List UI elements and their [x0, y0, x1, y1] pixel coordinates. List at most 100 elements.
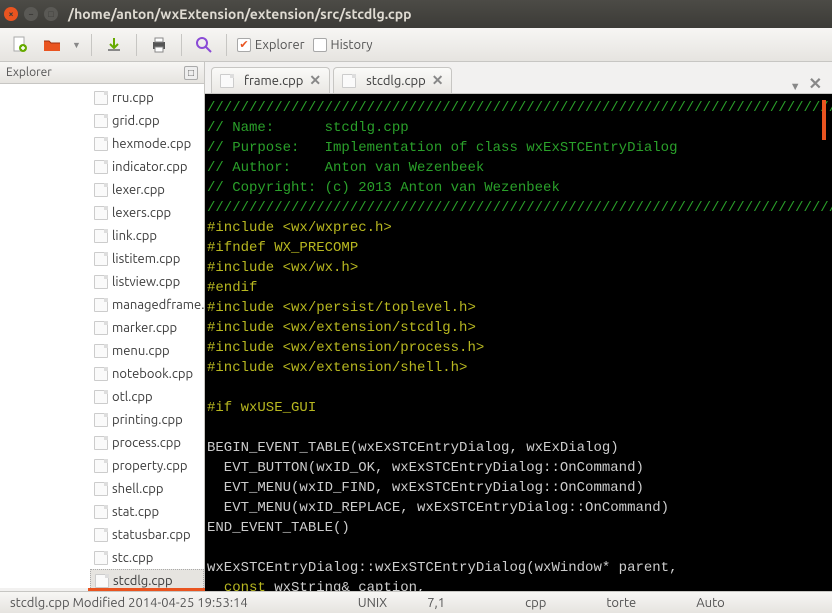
file-name: stc.cpp — [112, 551, 153, 565]
tab-stcdlg[interactable]: stcdlg.cpp ✕ — [333, 67, 452, 93]
file-item[interactable]: stcdlg.cpp — [90, 569, 204, 588]
file-icon — [94, 298, 108, 312]
separator — [91, 34, 92, 56]
file-name: indicator.cpp — [112, 160, 187, 174]
file-name: statusbar.cpp — [112, 528, 191, 542]
file-icon — [94, 114, 108, 128]
file-name: marker.cpp — [112, 321, 177, 335]
history-checkbox[interactable]: History — [313, 38, 373, 52]
file-item[interactable]: otl.cpp — [90, 385, 204, 408]
file-name: stcdlg.cpp — [113, 574, 173, 588]
close-tab-icon[interactable]: ✕ — [309, 72, 321, 89]
open-file-button[interactable] — [40, 33, 64, 57]
file-icon — [94, 436, 108, 450]
explorer-checkbox[interactable]: ✔ Explorer — [237, 38, 305, 52]
file-icon — [94, 482, 108, 496]
file-item[interactable]: menu.cpp — [90, 339, 204, 362]
file-icon — [94, 160, 108, 174]
file-name: notebook.cpp — [112, 367, 193, 381]
file-icon — [94, 206, 108, 220]
tabbar: frame.cpp ✕ stcdlg.cpp ✕ ▼ ✕ — [205, 62, 832, 94]
toolbar: ▼ ✔ Explorer History — [0, 28, 832, 62]
file-item[interactable]: rru.cpp — [90, 86, 204, 109]
explorer-label: Explorer — [255, 38, 305, 52]
file-item[interactable]: hexmode.cpp — [90, 132, 204, 155]
file-list[interactable]: rru.cpp grid.cpp hexmode.cpp indicator.cpp l… — [0, 84, 204, 588]
history-label: History — [331, 38, 373, 52]
sidebar-title: Explorer — [6, 66, 52, 79]
status-scheme: torte — [606, 596, 636, 610]
file-item[interactable]: managedframe.cpp — [90, 293, 204, 316]
file-name: link.cpp — [112, 229, 157, 243]
sidebar-header: Explorer □ — [0, 62, 204, 84]
file-item[interactable]: indicator.cpp — [90, 155, 204, 178]
tab-frame[interactable]: frame.cpp ✕ — [211, 67, 330, 93]
maximize-window-icon[interactable]: □ — [44, 7, 58, 21]
status-mode: Auto — [696, 596, 725, 610]
tab-menu-icon[interactable]: ▼ — [786, 81, 805, 93]
file-icon — [94, 367, 108, 381]
file-icon — [94, 390, 108, 404]
window-title: /home/anton/wxExtension/extension/src/st… — [68, 6, 412, 22]
dropdown-icon[interactable]: ▼ — [72, 40, 81, 50]
titlebar: × − □ /home/anton/wxExtension/extension/… — [0, 0, 832, 28]
file-item[interactable]: notebook.cpp — [90, 362, 204, 385]
save-button[interactable] — [102, 33, 126, 57]
file-item[interactable]: statusbar.cpp — [90, 523, 204, 546]
file-icon — [94, 551, 108, 565]
file-name: managedframe.cpp — [112, 298, 204, 312]
file-name: lexers.cpp — [112, 206, 171, 220]
file-name: shell.cpp — [112, 482, 164, 496]
file-item[interactable]: property.cpp — [90, 454, 204, 477]
file-item[interactable]: grid.cpp — [90, 109, 204, 132]
statusbar: stcdlg.cpp Modified 2014-04-25 19:53:14 … — [0, 591, 832, 613]
file-item[interactable]: stc.cpp — [90, 546, 204, 569]
file-item[interactable]: marker.cpp — [90, 316, 204, 339]
panel-close-icon[interactable]: ✕ — [805, 74, 826, 93]
file-icon — [94, 505, 108, 519]
file-name: menu.cpp — [112, 344, 170, 358]
file-name: printing.cpp — [112, 413, 183, 427]
file-icon — [94, 275, 108, 289]
file-item[interactable]: stat.cpp — [90, 500, 204, 523]
main-panel: frame.cpp ✕ stcdlg.cpp ✕ ▼ ✕ ///////////… — [205, 62, 832, 591]
close-window-icon[interactable]: × — [4, 7, 18, 21]
file-item[interactable]: listitem.cpp — [90, 247, 204, 270]
sidebar-close-icon[interactable]: □ — [184, 66, 198, 80]
minimize-window-icon[interactable]: − — [24, 7, 38, 21]
search-button[interactable] — [192, 33, 216, 57]
file-item[interactable]: listview.cpp — [90, 270, 204, 293]
file-icon — [342, 74, 356, 88]
file-icon — [220, 74, 234, 88]
status-position: 7,1 — [427, 596, 445, 610]
file-icon — [94, 528, 108, 542]
file-item[interactable]: printing.cpp — [90, 408, 204, 431]
status-file: stcdlg.cpp Modified 2014-04-25 19:53:14 — [10, 596, 248, 610]
file-item[interactable]: shell.cpp — [90, 477, 204, 500]
tab-label: stcdlg.cpp — [366, 74, 426, 88]
file-name: lexer.cpp — [112, 183, 165, 197]
file-name: property.cpp — [112, 459, 187, 473]
file-item[interactable]: process.cpp — [90, 431, 204, 454]
file-icon — [94, 459, 108, 473]
file-icon — [94, 91, 108, 105]
file-item[interactable]: lexer.cpp — [90, 178, 204, 201]
window-controls: × − □ — [4, 7, 58, 21]
file-icon — [95, 574, 109, 588]
checkbox-unchecked-icon — [313, 38, 327, 52]
file-item[interactable]: link.cpp — [90, 224, 204, 247]
file-icon — [94, 344, 108, 358]
file-icon — [94, 413, 108, 427]
print-button[interactable] — [147, 33, 171, 57]
file-name: listitem.cpp — [112, 252, 180, 266]
file-icon — [94, 229, 108, 243]
file-name: stat.cpp — [112, 505, 159, 519]
file-icon — [94, 321, 108, 335]
file-item[interactable]: lexers.cpp — [90, 201, 204, 224]
close-tab-icon[interactable]: ✕ — [432, 72, 444, 89]
file-name: grid.cpp — [112, 114, 160, 128]
new-file-button[interactable] — [8, 33, 32, 57]
file-name: otl.cpp — [112, 390, 153, 404]
sidebar: Explorer □ rru.cpp grid.cpp hexmode.cpp ind… — [0, 62, 205, 591]
code-editor[interactable]: ////////////////////////////////////////… — [205, 94, 832, 591]
